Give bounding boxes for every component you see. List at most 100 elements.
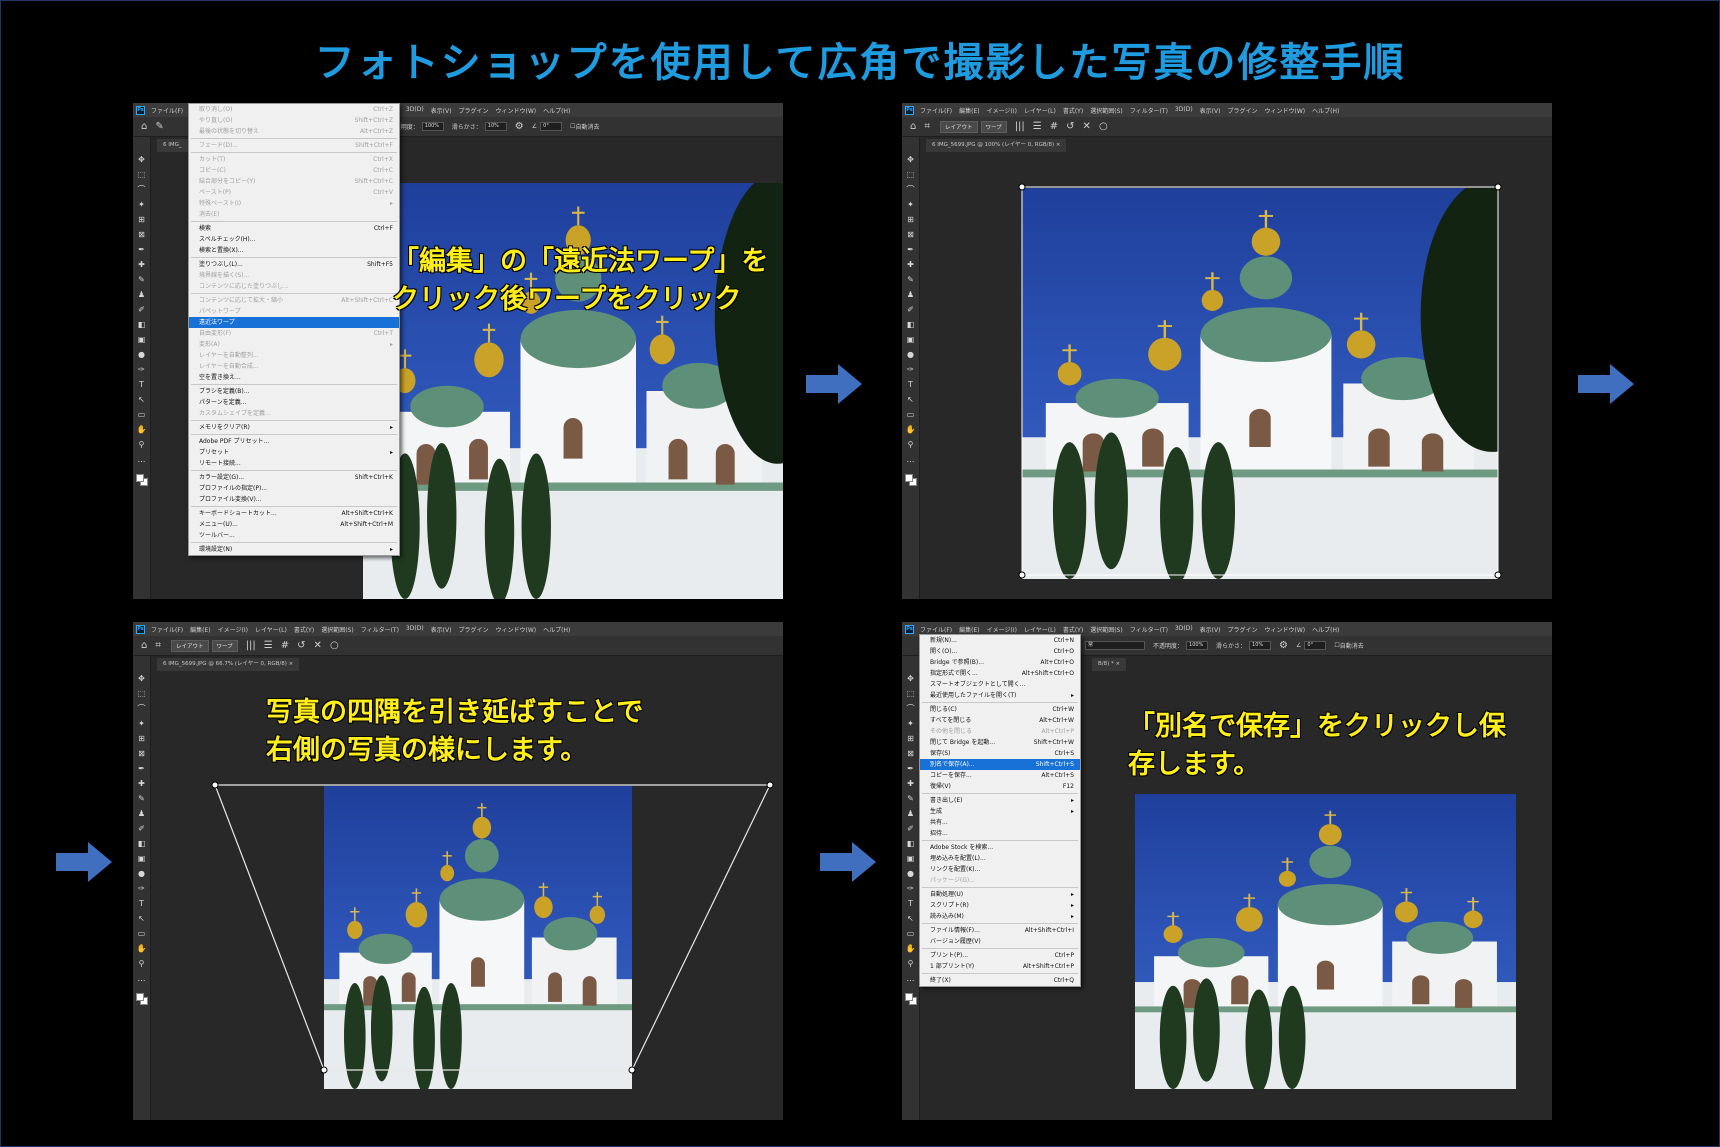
menu-bar-item[interactable]: 3D(D) <box>1175 625 1193 634</box>
magic-wand-icon[interactable]: ✦ <box>906 719 916 729</box>
menu-item[interactable]: カラー設定(G)... Shift+Ctrl+K <box>189 472 399 483</box>
eraser-icon[interactable]: ◧ <box>906 839 916 849</box>
menu-item[interactable]: 招待... <box>920 828 1080 839</box>
settings-icon[interactable]: ⚙ <box>515 121 524 132</box>
menu-bar-item[interactable]: 書式(Y) <box>1063 625 1083 634</box>
menu-bar-item[interactable]: ヘルプ(H) <box>1312 625 1339 634</box>
home-icon[interactable]: ⌂ <box>141 121 147 132</box>
marquee-icon[interactable]: ⬚ <box>906 689 916 699</box>
menu-bar-item[interactable]: フィルター(T) <box>1130 625 1168 634</box>
menu-item[interactable]: 検索 Ctrl+F <box>189 223 399 234</box>
opacity-field[interactable]: 100% <box>421 122 444 131</box>
menu-item[interactable]: 別名で保存(A)... Shift+Ctrl+S <box>920 759 1080 770</box>
menu-item[interactable]: Bridge で参照(B)... Alt+Ctrl+O <box>920 657 1080 668</box>
move-icon[interactable]: ✥ <box>906 674 916 684</box>
menu-item[interactable]: 閉じて Bridge を起動... Shift+Ctrl+W <box>920 737 1080 748</box>
smooth-field[interactable]: 10% <box>1249 641 1272 650</box>
menu-item[interactable]: キーボードショートカット... Alt+Shift+Ctrl+K <box>189 508 399 519</box>
pen-icon[interactable]: ✑ <box>137 365 147 375</box>
menu-item[interactable]: プロファイルの指定(P)... <box>189 483 399 494</box>
stamp-icon[interactable]: ♟ <box>906 809 916 819</box>
frame-icon[interactable]: ⊠ <box>906 749 916 759</box>
more-tools-icon[interactable]: … <box>906 974 916 984</box>
menu-bar-item[interactable]: イメージ(I) <box>987 625 1017 634</box>
menu-item[interactable]: 読み込み(M) ▸ <box>920 911 1080 922</box>
rectangle-icon[interactable]: ▭ <box>137 410 147 420</box>
hand-icon[interactable]: ✋ <box>137 425 147 435</box>
menu-bar-item[interactable]: プラグイン <box>458 106 488 115</box>
menu-item[interactable]: スクリプト(R) ▸ <box>920 900 1080 911</box>
menu-bar-item[interactable]: ウィンドウ(W) <box>495 106 536 115</box>
menu-item[interactable]: スマートオブジェクトとして開く... <box>920 679 1080 690</box>
color-swatch-icon[interactable] <box>904 993 917 1005</box>
stamp-icon[interactable]: ♟ <box>137 290 147 300</box>
gradient-icon[interactable]: ▣ <box>906 854 916 864</box>
document-tab[interactable]: 6 IMG_ <box>157 139 188 152</box>
menu-item[interactable]: 空を置き換え... <box>189 372 399 383</box>
brush-icon[interactable]: ✎ <box>137 275 147 285</box>
menu-item[interactable]: 保存(S) Ctrl+S <box>920 748 1080 759</box>
more-tools-icon[interactable]: … <box>137 455 147 465</box>
path-select-icon[interactable]: ↖ <box>137 395 147 405</box>
menu-item[interactable]: プリセット ▸ <box>189 447 399 458</box>
menu-item[interactable]: パターンを定義... <box>189 397 399 408</box>
menu-bar-item[interactable]: 表示(V) <box>1200 625 1221 634</box>
hand-icon[interactable]: ✋ <box>906 944 916 954</box>
menu-bar-item[interactable]: レイヤー(L) <box>1024 625 1056 634</box>
menu-bar-item[interactable]: 選択範囲(S) <box>1090 625 1123 634</box>
menu-item[interactable]: バージョン履歴(V) <box>920 936 1080 947</box>
menu-item[interactable]: 1 部プリント(Y) Alt+Shift+Ctrl+P <box>920 961 1080 972</box>
frame-icon[interactable]: ⊠ <box>137 230 147 240</box>
menu-item[interactable]: 共有... <box>920 817 1080 828</box>
menu-item[interactable]: 閉じる(C) Ctrl+W <box>920 704 1080 715</box>
menu-item[interactable]: 最近使用したファイルを開く(T) ▸ <box>920 690 1080 701</box>
lasso-icon[interactable]: ⌒ <box>906 704 916 714</box>
crop-icon[interactable]: ⊞ <box>906 734 916 744</box>
menu-bar-item[interactable]: ファイル(F) <box>920 625 952 634</box>
menu-bar-item[interactable]: プラグイン <box>1227 625 1257 634</box>
mode-field[interactable]: 常 <box>1085 641 1145 650</box>
menu-bar-item[interactable]: ウィンドウ(W) <box>1264 625 1305 634</box>
menu-item[interactable]: ツールバー... <box>189 530 399 541</box>
menu-item[interactable]: 書き出し(E) ▸ <box>920 795 1080 806</box>
menu-bar-item[interactable]: ヘルプ(H) <box>543 106 570 115</box>
menu-item[interactable]: プリント(P)... Ctrl+P <box>920 950 1080 961</box>
menu-item[interactable]: Adobe PDF プリセット... <box>189 436 399 447</box>
angle-field[interactable]: 0° <box>540 122 563 131</box>
brush-icon[interactable]: ✎ <box>155 121 163 132</box>
angle-field[interactable]: 0° <box>1304 641 1327 650</box>
menu-bar-item[interactable]: 表示(V) <box>431 106 452 115</box>
healing-icon[interactable]: ✚ <box>906 779 916 789</box>
eyedropper-icon[interactable]: ✒ <box>906 764 916 774</box>
history-brush-icon[interactable]: ✐ <box>906 824 916 834</box>
settings-icon[interactable]: ⚙ <box>1279 640 1288 651</box>
magic-wand-icon[interactable]: ✦ <box>137 200 147 210</box>
blur-icon[interactable]: ● <box>137 350 147 360</box>
menu-item[interactable]: プロファイル変換(V)... <box>189 494 399 505</box>
document-tab[interactable]: B/8) * × <box>1092 658 1127 671</box>
menu-item[interactable]: 検索と置換(X)... <box>189 245 399 256</box>
menu-item[interactable]: 開く(O)... Ctrl+O <box>920 646 1080 657</box>
menu-item[interactable]: 環境設定(N) ▸ <box>189 544 399 555</box>
menu-bar-item[interactable]: 3D(D) <box>406 106 424 115</box>
menu-item[interactable]: ブラシを定義(B)... <box>189 386 399 397</box>
color-swatch-icon[interactable] <box>135 474 148 486</box>
menu-item[interactable]: 新規(N)... Ctrl+N <box>920 635 1080 646</box>
marquee-icon[interactable]: ⬚ <box>137 170 147 180</box>
history-brush-icon[interactable]: ✐ <box>137 305 147 315</box>
menu-item[interactable]: スペルチェック(H)... <box>189 234 399 245</box>
menu-bar-item[interactable]: ファイル(F) <box>151 106 183 115</box>
lasso-icon[interactable]: ⌒ <box>137 185 147 195</box>
menu-item[interactable]: 埋め込みを配置(L)... <box>920 853 1080 864</box>
move-icon[interactable]: ✥ <box>137 155 147 165</box>
menu-item[interactable]: 生成 ▸ <box>920 806 1080 817</box>
menu-item[interactable]: 遠近法ワープ <box>189 317 399 328</box>
zoom-icon[interactable]: ⚲ <box>137 440 147 450</box>
smooth-field[interactable]: 10% <box>484 122 507 131</box>
eraser-icon[interactable]: ◧ <box>137 320 147 330</box>
auto-erase-control[interactable]: ☐ 自動消去 <box>1334 641 1363 650</box>
opacity-field[interactable]: 100% <box>1186 641 1209 650</box>
type-icon[interactable]: T <box>137 380 147 390</box>
menu-item[interactable]: 終了(X) Ctrl+Q <box>920 975 1080 986</box>
menu-bar-item[interactable]: 編集(E) <box>959 625 979 634</box>
